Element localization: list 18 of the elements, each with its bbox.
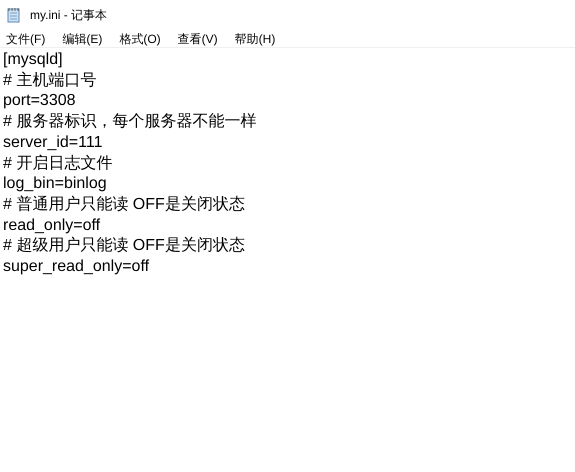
text-line: # 开启日志文件: [3, 154, 112, 174]
text-line: # 普通用户只能读 OFF是关闭状态: [3, 194, 245, 215]
text-line: port=3308: [3, 91, 76, 112]
text-line: super_read_only=off: [3, 257, 150, 278]
text-line: log_bin=binlog: [3, 174, 107, 194]
menu-item[interactable]: 帮助(H): [230, 30, 280, 48]
menu-item[interactable]: 查看(V): [174, 30, 222, 48]
notepad-icon: [6, 7, 22, 23]
text-line: # 服务器标识，每个服务器不能一样: [3, 112, 256, 132]
text-line: server_id=111: [3, 132, 102, 153]
text-line: # 主机端口号: [3, 70, 96, 91]
menu-item[interactable]: 编辑(E): [58, 30, 106, 48]
menu-item[interactable]: 文件(F): [2, 30, 50, 48]
text-line: [mysqld]: [3, 50, 63, 70]
text-line: read_only=off: [3, 216, 100, 236]
window-title: my.ini - 记事本: [30, 7, 108, 24]
menu-item[interactable]: 格式(O): [115, 30, 165, 48]
text-line: # 超级用户只能读 OFF是关闭状态: [3, 236, 245, 256]
